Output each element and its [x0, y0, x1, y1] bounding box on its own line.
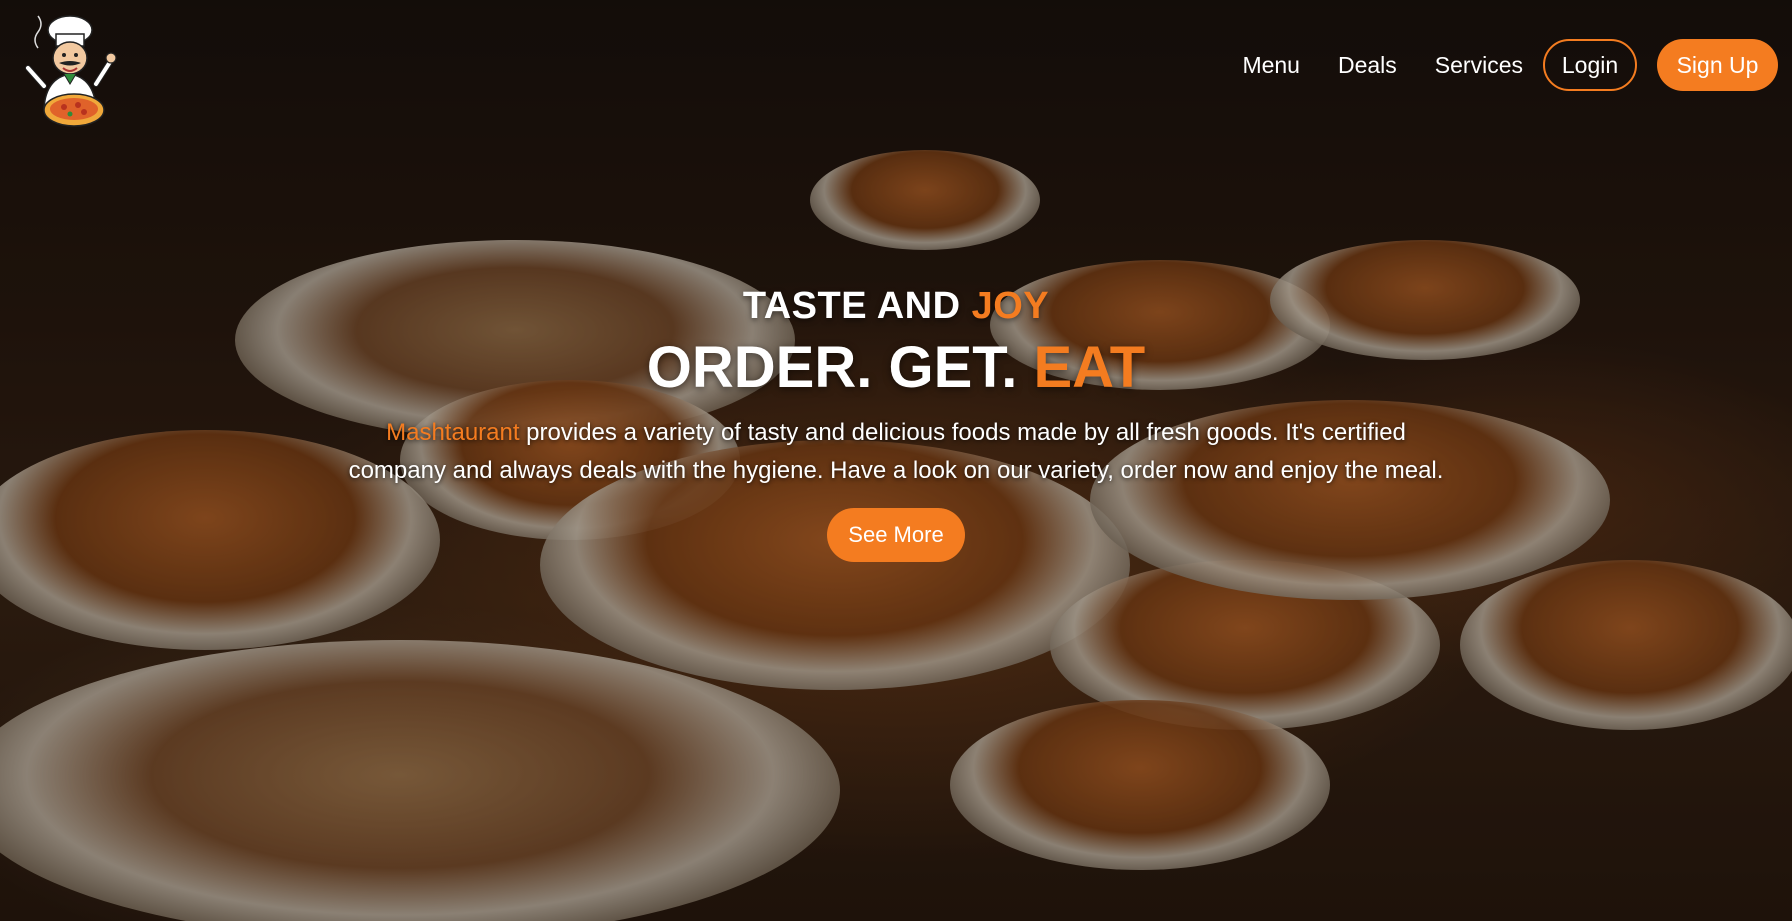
kicker-accent-text: JOY [971, 285, 1050, 327]
hero-kicker: TASTE AND JOY [0, 282, 1792, 330]
nav-link-services[interactable]: Services [1435, 52, 1523, 79]
headline-accent-text: EAT [1033, 335, 1146, 400]
signup-button[interactable]: Sign Up [1657, 39, 1778, 91]
hero-section: Menu Deals Services Login Sign Up TASTE … [0, 0, 1792, 921]
nav-link-deals[interactable]: Deals [1338, 52, 1397, 79]
kicker-text: TASTE AND [742, 285, 972, 327]
main-navigation: Menu Deals Services Login Sign Up [1242, 37, 1778, 93]
hero-content: TASTE AND JOY ORDER. GET. EAT Mashtauran… [0, 282, 1792, 562]
chef-with-pizza-logo[interactable] [14, 8, 122, 130]
login-button[interactable]: Login [1543, 39, 1637, 91]
see-more-button[interactable]: See More [827, 508, 965, 562]
headline-text: ORDER. GET. [646, 335, 1034, 400]
hero-description: Mashtaurant provides a variety of tasty … [341, 414, 1451, 490]
nav-link-menu[interactable]: Menu [1242, 52, 1300, 79]
description-brand-name: Mashtaurant [386, 419, 520, 446]
hero-headline: ORDER. GET. EAT [0, 332, 1792, 404]
